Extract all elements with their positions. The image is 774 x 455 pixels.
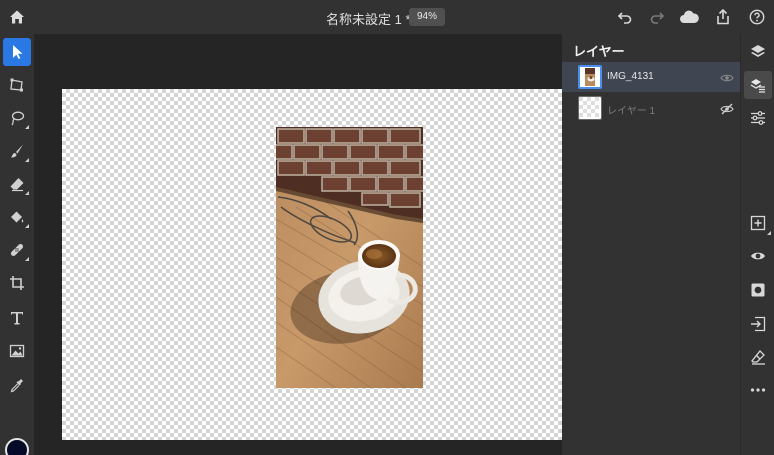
zoom-level[interactable]: 94% bbox=[409, 8, 445, 26]
hidden-eye-icon[interactable] bbox=[720, 102, 734, 115]
healing-icon[interactable] bbox=[3, 236, 31, 264]
crop-icon[interactable] bbox=[3, 269, 31, 297]
foreground-color-swatch[interactable] bbox=[5, 438, 29, 455]
type-icon[interactable] bbox=[3, 304, 31, 332]
coffee-photo-layer[interactable] bbox=[276, 127, 423, 388]
eyedropper-icon[interactable] bbox=[3, 371, 31, 399]
layers-icon[interactable] bbox=[744, 37, 772, 65]
tool-bar bbox=[0, 34, 34, 455]
redo-icon[interactable] bbox=[645, 5, 669, 29]
lasso-icon[interactable] bbox=[3, 104, 31, 132]
layer-name: レイヤー 1 bbox=[607, 106, 656, 117]
clear-icon[interactable] bbox=[744, 343, 772, 371]
transform-icon[interactable] bbox=[3, 71, 31, 99]
import-icon[interactable] bbox=[744, 310, 772, 338]
visibility-eye-icon[interactable] bbox=[720, 71, 734, 83]
layer-row-layer-1[interactable]: レイヤー 1 bbox=[562, 93, 740, 123]
select-icon[interactable] bbox=[3, 38, 31, 66]
home-icon[interactable] bbox=[5, 5, 29, 29]
share-icon[interactable] bbox=[711, 5, 735, 29]
brush-icon[interactable] bbox=[3, 137, 31, 165]
layer-properties-icon[interactable] bbox=[744, 71, 772, 99]
layer-name: IMG_4131 bbox=[607, 71, 654, 82]
layer-row-img-4131[interactable]: IMG_4131 bbox=[562, 62, 740, 92]
cloud-icon[interactable] bbox=[677, 5, 701, 29]
undo-icon[interactable] bbox=[613, 5, 637, 29]
layer-thumbnail bbox=[578, 96, 602, 120]
top-bar: 名称未設定 1 * 94% bbox=[0, 0, 774, 34]
layers-panel: レイヤー IMG_4131 レイヤー 1 bbox=[562, 34, 740, 455]
help-icon[interactable] bbox=[745, 5, 769, 29]
right-rail bbox=[740, 34, 774, 455]
document-title[interactable]: 名称未設定 1 * bbox=[326, 9, 411, 28]
more-icon[interactable] bbox=[744, 376, 772, 404]
visibility-icon[interactable] bbox=[744, 242, 772, 270]
eraser-icon[interactable] bbox=[3, 170, 31, 198]
adjustments-icon[interactable] bbox=[744, 104, 772, 132]
place-image-icon[interactable] bbox=[3, 337, 31, 365]
add-layer-icon[interactable] bbox=[744, 209, 772, 237]
layer-thumbnail bbox=[578, 65, 602, 89]
mask-icon[interactable] bbox=[744, 276, 772, 304]
paint-bucket-icon[interactable] bbox=[3, 203, 31, 231]
layers-panel-title: レイヤー bbox=[573, 44, 625, 59]
